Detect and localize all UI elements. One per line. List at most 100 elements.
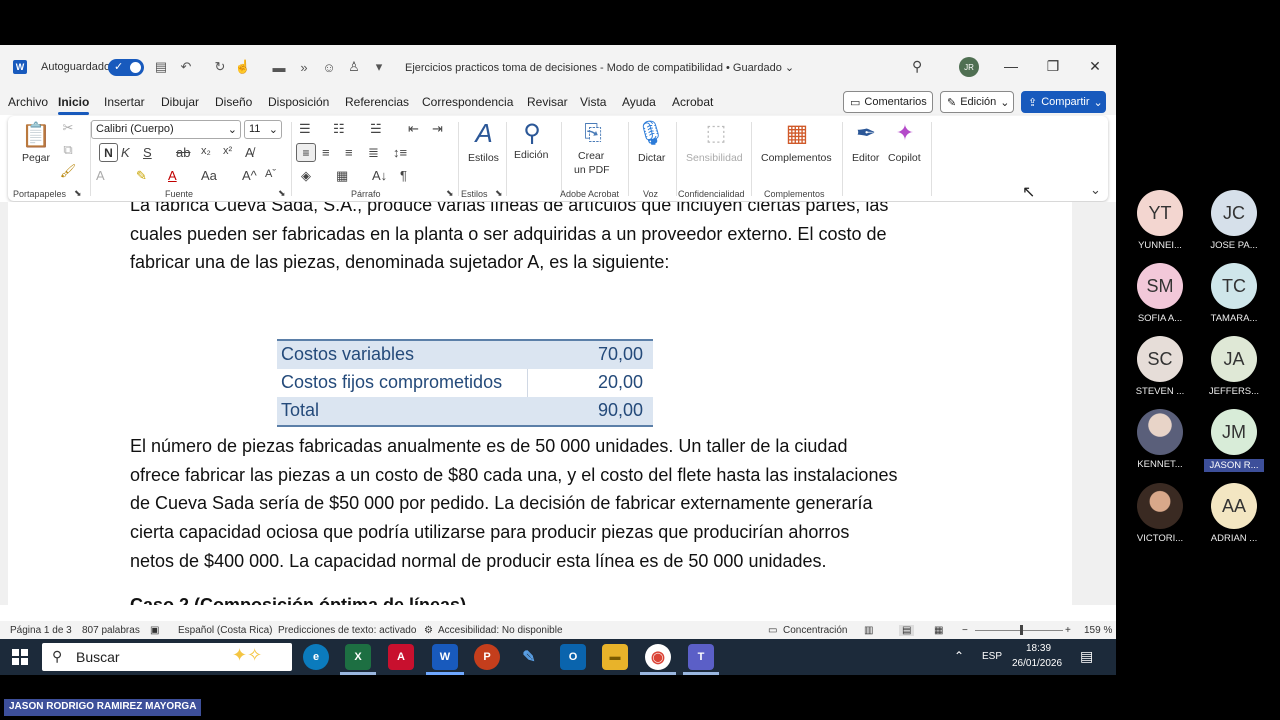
- align-right-icon[interactable]: ≡: [345, 145, 353, 160]
- increase-indent-icon[interactable]: ⇥: [432, 121, 443, 137]
- editor-icon[interactable]: ✒: [851, 118, 881, 148]
- tab-vista[interactable]: Vista: [580, 95, 606, 109]
- justify-icon[interactable]: ≣: [368, 145, 379, 161]
- create-pdf-label-2[interactable]: un PDF: [574, 164, 610, 176]
- forward-icon[interactable]: »: [296, 59, 312, 75]
- tab-disposicion[interactable]: Disposición: [268, 95, 329, 109]
- participant-tile[interactable]: YT YUNNEI...: [1130, 190, 1190, 251]
- touch-mode-icon[interactable]: ☝: [235, 59, 251, 75]
- dialog-launcher-icon[interactable]: ⬊: [278, 188, 286, 199]
- search-icon[interactable]: ⚲: [912, 58, 922, 75]
- zoom-out-icon[interactable]: −: [962, 625, 968, 636]
- accessibility-status[interactable]: Accesibilidad: No disponible: [438, 625, 563, 636]
- user-avatar[interactable]: JR: [959, 57, 979, 77]
- participant-tile[interactable]: SM SOFIA A...: [1130, 263, 1190, 324]
- editing-button[interactable]: Edición: [514, 149, 548, 161]
- paste-button[interactable]: Pegar: [22, 152, 50, 164]
- print-layout-icon[interactable]: ▤: [899, 625, 915, 636]
- pen-app-icon[interactable]: ✎: [516, 644, 542, 670]
- addins-button[interactable]: Complementos: [761, 152, 832, 164]
- dialog-launcher-icon[interactable]: ⬊: [495, 188, 503, 199]
- underline-icon[interactable]: S: [143, 145, 152, 160]
- powerpoint-icon[interactable]: P: [474, 644, 500, 670]
- decrease-indent-icon[interactable]: ⇤: [408, 121, 419, 137]
- dictate-button[interactable]: Dictar: [638, 152, 665, 164]
- copilot-button[interactable]: Copilot: [888, 152, 921, 164]
- clock-time[interactable]: 18:39: [1026, 643, 1051, 654]
- clear-format-icon[interactable]: A̸: [245, 145, 254, 160]
- tab-correspondencia[interactable]: Correspondencia: [422, 95, 513, 109]
- format-painter-icon[interactable]: 🖌: [60, 163, 77, 179]
- web-layout-icon[interactable]: ▦: [934, 625, 943, 636]
- font-size-select[interactable]: 11 ⌄: [244, 120, 282, 139]
- styles-icon[interactable]: A: [468, 118, 500, 148]
- tray-chevron-icon[interactable]: ⌃: [954, 649, 964, 663]
- zoom-slider[interactable]: [975, 630, 1063, 631]
- windows-start-icon[interactable]: [12, 649, 28, 665]
- strikethrough-icon[interactable]: ab: [176, 145, 190, 160]
- undo-icon[interactable]: ↶: [178, 59, 194, 75]
- zoom-in-icon[interactable]: +: [1065, 625, 1071, 636]
- font-color-icon[interactable]: A: [168, 168, 177, 183]
- chrome-icon[interactable]: ◉: [645, 644, 671, 670]
- edge-icon[interactable]: e: [303, 644, 329, 670]
- proofing-icon[interactable]: ▣: [150, 625, 159, 636]
- save-icon[interactable]: ▤: [153, 59, 169, 75]
- focus-mode-button[interactable]: Concentración: [783, 625, 847, 636]
- tab-ayuda[interactable]: Ayuda: [622, 95, 656, 109]
- tab-diseno[interactable]: Diseño: [215, 95, 252, 109]
- document-title[interactable]: Ejercicios practicos toma de decisiones …: [405, 61, 794, 74]
- text-effects-icon[interactable]: A: [96, 168, 105, 183]
- multilevel-list-icon[interactable]: ☱: [370, 121, 382, 137]
- shading-icon[interactable]: ◈: [301, 168, 311, 184]
- superscript-icon[interactable]: x²: [223, 145, 232, 157]
- align-center-icon[interactable]: ≡: [322, 145, 330, 160]
- zoom-level[interactable]: 159 %: [1084, 625, 1112, 636]
- participant-tile[interactable]: JC JOSE PA...: [1204, 190, 1264, 251]
- form-icon[interactable]: ▬: [271, 59, 287, 75]
- find-icon[interactable]: ⚲: [516, 118, 548, 148]
- participant-tile[interactable]: JM JASON R...: [1204, 409, 1264, 472]
- editor-button[interactable]: Editor: [852, 152, 879, 164]
- numbering-icon[interactable]: ☷: [333, 121, 345, 137]
- redo-icon[interactable]: ↻: [212, 59, 228, 75]
- page-count[interactable]: Página 1 de 3: [10, 625, 72, 636]
- minimize-icon[interactable]: —: [1002, 57, 1020, 75]
- tab-dibujar[interactable]: Dibujar: [161, 95, 199, 109]
- text-predictions-status[interactable]: Predicciones de texto: activado: [278, 625, 416, 636]
- sort-icon[interactable]: A↓: [372, 168, 387, 183]
- italic-icon[interactable]: K: [121, 145, 130, 160]
- participant-tile[interactable]: AA ADRIAN ...: [1204, 483, 1264, 544]
- create-pdf-icon[interactable]: ⎘: [578, 118, 608, 148]
- pilcrow-icon[interactable]: ¶: [400, 168, 407, 183]
- bold-button[interactable]: N: [99, 143, 118, 162]
- line-spacing-icon[interactable]: ↕≡: [393, 145, 407, 160]
- align-left-button[interactable]: ≡: [296, 143, 316, 162]
- customize-qat-icon[interactable]: ▾: [371, 59, 387, 75]
- teams-icon[interactable]: T: [688, 644, 714, 670]
- highlight-icon[interactable]: ✎: [136, 168, 147, 184]
- subscript-icon[interactable]: x₂: [201, 145, 211, 157]
- input-language[interactable]: ESP: [982, 651, 1002, 662]
- acrobat-icon[interactable]: A: [388, 644, 414, 670]
- tab-referencias[interactable]: Referencias: [345, 95, 409, 109]
- grow-font-icon[interactable]: A^: [242, 168, 257, 183]
- participant-tile[interactable]: KENNET...: [1130, 409, 1190, 470]
- notifications-icon[interactable]: ▤: [1080, 648, 1093, 665]
- outlook-icon[interactable]: O: [560, 644, 586, 670]
- person-search-icon[interactable]: ☺: [321, 59, 337, 75]
- word-count[interactable]: 807 palabras: [82, 625, 140, 636]
- create-pdf-label-1[interactable]: Crear: [578, 150, 604, 162]
- change-case-icon[interactable]: Aa: [201, 168, 217, 183]
- close-icon[interactable]: ✕: [1086, 57, 1104, 75]
- shrink-font-icon[interactable]: Aˇ: [265, 168, 276, 180]
- excel-icon[interactable]: X: [345, 644, 371, 670]
- editing-mode-button[interactable]: ✎ Edición ⌄: [940, 91, 1014, 113]
- cut-icon[interactable]: ✂: [60, 120, 76, 136]
- participant-tile[interactable]: TC TAMARA...: [1204, 263, 1264, 324]
- clock-date[interactable]: 26/01/2026: [1012, 658, 1062, 669]
- restore-icon[interactable]: ❐: [1044, 57, 1062, 75]
- taskbar-search-box[interactable]: ⚲ Buscar ✦✧: [42, 643, 292, 671]
- paste-icon[interactable]: 📋: [21, 120, 51, 150]
- bullets-icon[interactable]: ☰: [299, 121, 311, 137]
